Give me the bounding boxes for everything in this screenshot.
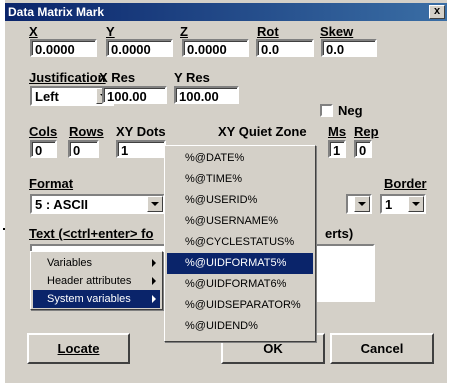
submenu-arrow-icon: [152, 277, 156, 285]
submenu-item[interactable]: %@USERID%: [167, 190, 313, 211]
chevron-down-icon[interactable]: [354, 196, 370, 212]
menu-item-variables[interactable]: Variables: [33, 254, 160, 272]
menu-item-header-attributes[interactable]: Header attributes: [33, 272, 160, 290]
rows-field[interactable]: 0: [68, 140, 99, 158]
label-y: Y: [106, 24, 115, 39]
label-z: Z: [180, 24, 188, 39]
chevron-down-icon[interactable]: [408, 196, 424, 212]
label-text: Text (<ctrl+enter> fo: [29, 226, 153, 241]
label-xyquiet: XY Quiet Zone: [218, 124, 307, 139]
label-skew: Skew: [320, 24, 354, 39]
menu-item-label: System variables: [47, 293, 131, 305]
label-xres: X Res: [99, 70, 136, 85]
locate-button[interactable]: Locate: [27, 333, 130, 364]
label-justification: Justification: [29, 70, 106, 85]
chevron-down-icon[interactable]: [147, 196, 163, 212]
label-xydots: XY Dots: [116, 124, 166, 139]
skew-field[interactable]: 0.0: [321, 39, 377, 57]
label-cols: Cols: [29, 124, 58, 139]
submenu-arrow-icon: [152, 259, 156, 267]
submenu-item[interactable]: %@UIDEND%: [167, 316, 313, 337]
submenu-item-selected[interactable]: %@UIDFORMAT5%: [167, 253, 313, 274]
label-text-end: erts): [325, 226, 354, 241]
label-x: X: [29, 24, 38, 39]
submenu-item[interactable]: %@UIDFORMAT6%: [167, 274, 313, 295]
submenu-item[interactable]: %@TIME%: [167, 169, 313, 190]
rot-field[interactable]: 0.0: [256, 39, 314, 57]
yres-field[interactable]: 100.00: [174, 86, 239, 104]
locate-button-label: Locate: [57, 341, 100, 356]
label-neg: Neg: [338, 103, 363, 118]
menu-item-system-variables[interactable]: System variables: [33, 290, 160, 308]
justification-select-right-partial[interactable]: [346, 194, 372, 214]
submenu-item[interactable]: %@USERNAME%: [167, 211, 313, 232]
z-field[interactable]: 0.0000: [182, 39, 249, 57]
format-select[interactable]: 5 : ASCII: [30, 194, 165, 214]
border-select[interactable]: 1: [380, 194, 426, 214]
ms-field[interactable]: 1: [328, 140, 346, 158]
justification-value: Left: [35, 89, 59, 104]
context-menu: Variables Header attributes System varia…: [30, 251, 163, 310]
label-ms: Ms: [328, 124, 347, 139]
label-rows: Rows: [69, 124, 104, 139]
cancel-button[interactable]: Cancel: [330, 333, 434, 364]
submenu-item[interactable]: %@CYCLESTATUS%: [167, 232, 313, 253]
submenu-arrow-icon: [152, 295, 156, 303]
x-field[interactable]: 0.0000: [30, 39, 97, 57]
label-text-content: Text (<ctrl+enter> fo: [29, 226, 154, 241]
submenu-item[interactable]: %@UIDSEPARATOR%: [167, 295, 313, 316]
system-variables-submenu: %@DATE% %@TIME% %@USERID% %@USERNAME% %@…: [164, 145, 316, 342]
xydots-field[interactable]: 1: [116, 140, 166, 158]
title-bar: Data Matrix Mark x: [5, 3, 447, 21]
menu-item-label: Header attributes: [47, 275, 132, 287]
close-button[interactable]: x: [429, 5, 445, 19]
xres-field[interactable]: 100.00: [102, 86, 167, 104]
format-value: 5 : ASCII: [35, 197, 88, 212]
border-value: 1: [385, 197, 393, 212]
label-border: Border: [384, 176, 427, 191]
menu-item-label: Variables: [47, 257, 93, 269]
label-format: Format: [29, 176, 74, 191]
cols-field[interactable]: 0: [30, 140, 57, 158]
window-title: Data Matrix Mark: [8, 5, 105, 19]
label-rot: Rot: [257, 24, 279, 39]
label-yres: Y Res: [174, 70, 210, 85]
rep-field[interactable]: 0: [354, 140, 372, 158]
label-rep: Rep: [354, 124, 379, 139]
submenu-item[interactable]: %@DATE%: [167, 148, 313, 169]
y-field[interactable]: 0.0000: [106, 39, 173, 57]
neg-checkbox[interactable]: [320, 104, 333, 117]
